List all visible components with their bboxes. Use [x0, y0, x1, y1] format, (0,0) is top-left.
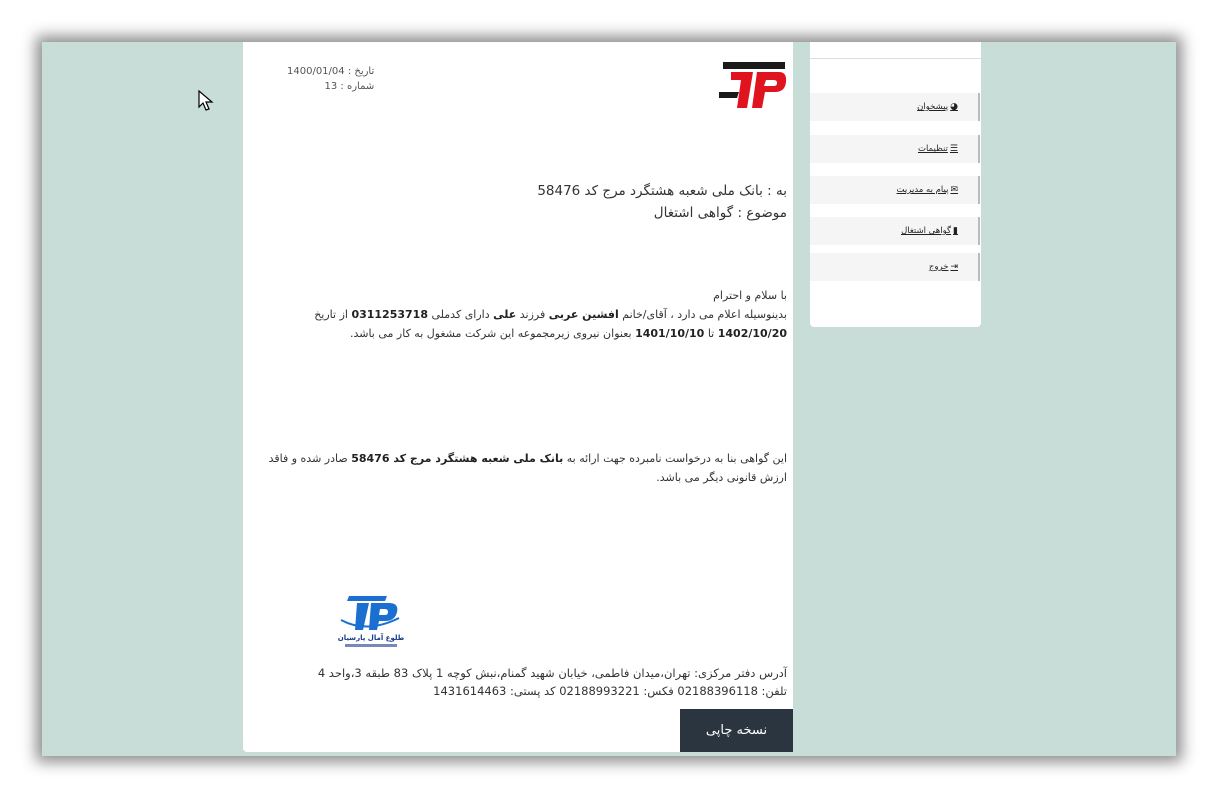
certificate-letter: تاریخ : 1400/01/04 شماره : 13 به : بانک …: [243, 42, 793, 752]
sidebar-menu: ◕ پیشخوان ☰ تنظیمات ✉ پیام به مدیریت ▮ گواهی…: [810, 42, 981, 327]
sidebar-item-settings[interactable]: ☰ تنظیمات: [810, 135, 980, 163]
dashboard-icon: ◕: [950, 102, 958, 112]
employment-paragraph: بدینوسیله اعلام می دارد ، آقای/خانم افشی…: [314, 308, 787, 340]
company-logo: [719, 62, 787, 108]
letter-meta: تاریخ : 1400/01/04 شماره : 13: [287, 64, 374, 94]
sign-out-icon: ⇥: [950, 262, 958, 272]
stamp-text: طلوع آمال پارسیان: [338, 633, 405, 642]
browser-viewport: تاریخ : 1400/01/04 شماره : 13 به : بانک …: [42, 42, 1176, 756]
contact-numbers: تلفن: 02188396118 فکس: 02188993221 کد پس…: [433, 684, 787, 698]
company-stamp: طلوع آمال پارسیان: [338, 596, 405, 647]
sidebar-divider: [810, 58, 981, 59]
recipient-bank: بانک ملی شعبه هشتگرد مرج کد 58476: [351, 452, 564, 465]
sidebar-item-logout[interactable]: ⇥ خروج: [810, 253, 980, 281]
mouse-cursor-icon: [198, 90, 214, 111]
letter-number: شماره : 13: [324, 81, 375, 92]
start-date: 1402/10/20: [717, 327, 787, 340]
father-name: علی: [493, 308, 517, 321]
sidebar-item-dashboard[interactable]: ◕ پیشخوان: [810, 93, 980, 121]
subject-line: موضوع : گواهی اشتغال: [653, 205, 787, 221]
letter-header: به : بانک ملی شعبه هشتگرد مرج کد 58476 م…: [537, 180, 787, 224]
sidebar-item-employment-certificate[interactable]: ▮ گواهی اشتغال: [810, 217, 980, 245]
end-date: 1401/10/10: [635, 327, 705, 340]
envelope-icon: ✉: [950, 185, 958, 195]
recipient-line: به : بانک ملی شعبه هشتگرد مرج کد 58476: [537, 183, 787, 199]
employee-name: افشین عربی: [548, 308, 619, 321]
list-icon: ☰: [949, 144, 958, 154]
letter-date: تاریخ : 1400/01/04: [287, 66, 375, 77]
greeting: با سلام و احترام: [713, 289, 787, 302]
print-button[interactable]: نسخه چاپی: [680, 709, 793, 752]
file-icon: ▮: [953, 226, 958, 236]
sidebar-item-message-management[interactable]: ✉ پیام به مدیریت: [810, 176, 980, 204]
national-code: 0311253718: [351, 308, 428, 321]
office-address: آدرس دفتر مرکزی: تهران،میدان فاطمی، خیاب…: [317, 666, 787, 680]
letter-body: با سلام و احترام بدینوسیله اعلام می دارد…: [249, 286, 787, 343]
issuance-paragraph: این گواهی بنا به درخواست نامبرده جهت ارا…: [268, 452, 787, 484]
footer-contact: آدرس دفتر مرکزی: تهران،میدان فاطمی، خیاب…: [249, 664, 787, 700]
